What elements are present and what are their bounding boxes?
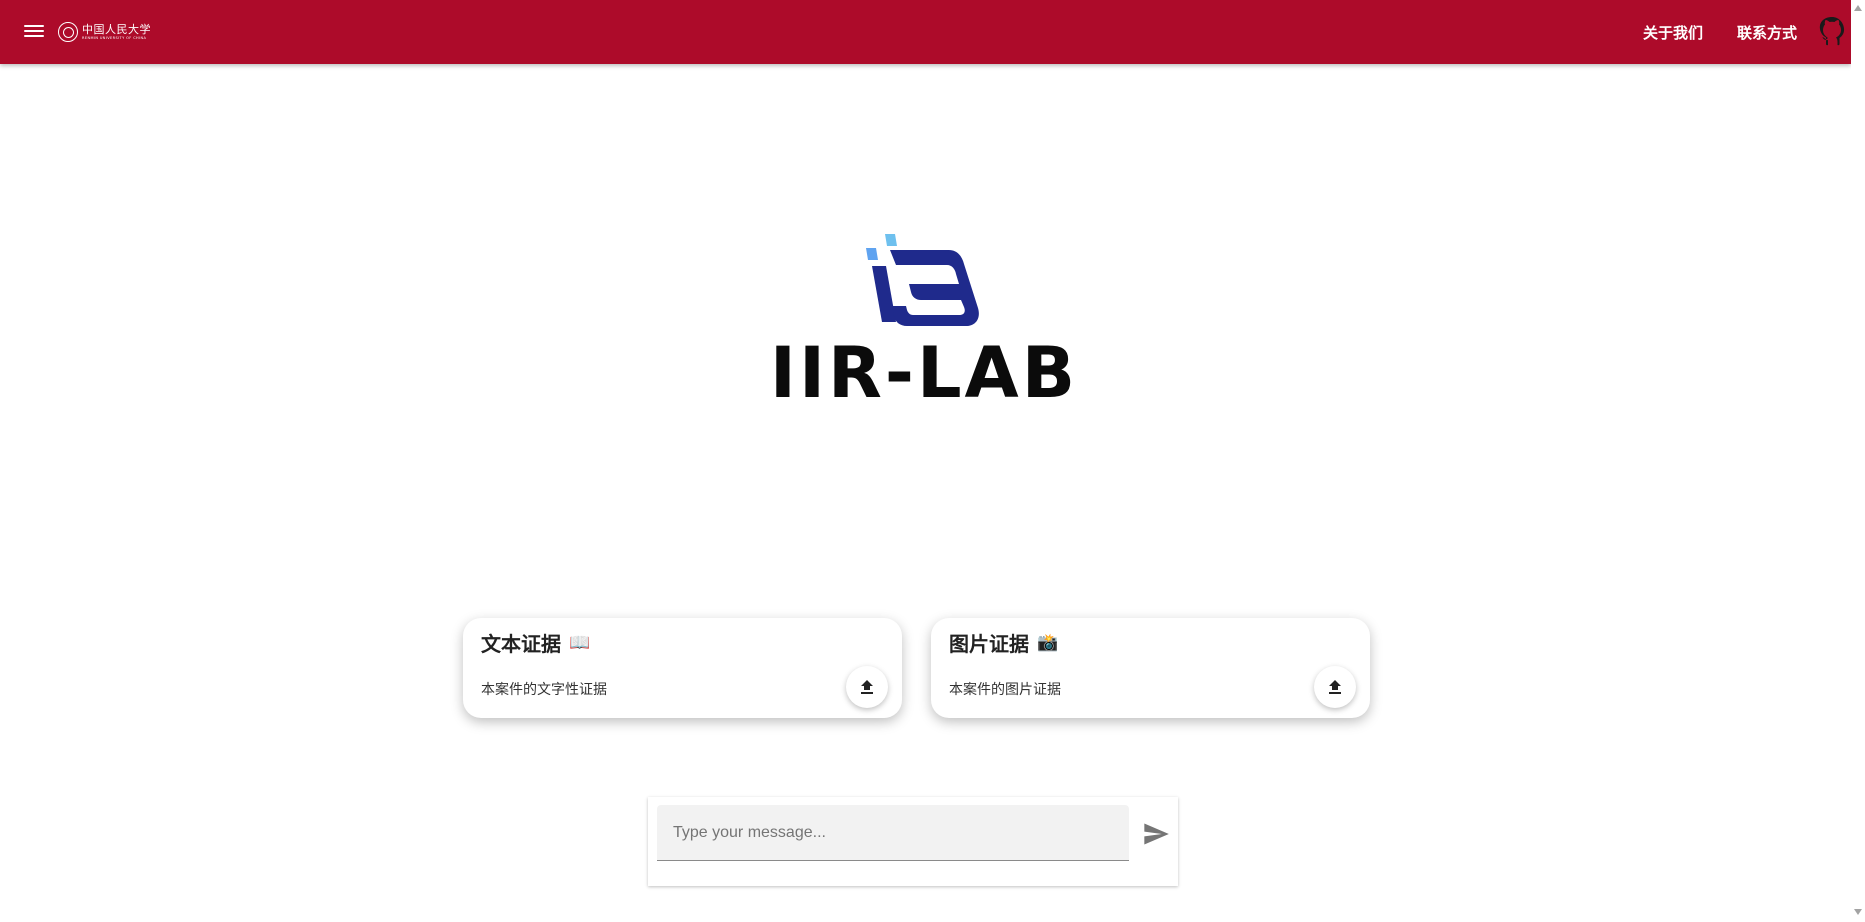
menu-icon[interactable]: [22, 21, 46, 43]
university-seal-icon: [58, 22, 78, 42]
text-evidence-card[interactable]: 文本证据 📖 本案件的文字性证据: [463, 618, 902, 718]
image-evidence-card[interactable]: 图片证据 📸 本案件的图片证据: [931, 618, 1370, 718]
brand-name-en: RENMIN UNIVERSITY OF CHINA: [82, 35, 147, 40]
nav-contact[interactable]: 联系方式: [1737, 22, 1797, 43]
card-title: 文本证据: [481, 632, 561, 656]
chat-composer: [648, 797, 1178, 886]
scroll-up-arrow-icon[interactable]: [1854, 5, 1862, 11]
university-logo[interactable]: 中国人民大学 RENMIN UNIVERSITY OF CHINA: [58, 20, 151, 44]
brand-name-cn: 中国人民大学: [82, 22, 151, 36]
lab-wordmark: IIR-LAB: [769, 332, 1079, 414]
app-bar: 中国人民大学 RENMIN UNIVERSITY OF CHINA 关于我们 联…: [0, 0, 1851, 64]
lab-emblem-icon: [866, 234, 979, 326]
send-icon[interactable]: [1142, 820, 1170, 848]
book-icon: 📖: [569, 632, 591, 653]
card-description: 本案件的图片证据: [949, 682, 1061, 698]
upload-icon: [1329, 680, 1341, 694]
upload-text-button[interactable]: [846, 666, 888, 708]
card-title: 图片证据: [949, 632, 1029, 656]
scrollbar[interactable]: [1851, 0, 1865, 922]
card-description: 本案件的文字性证据: [481, 682, 607, 698]
message-input[interactable]: [657, 805, 1129, 861]
scroll-down-arrow-icon[interactable]: [1854, 909, 1862, 915]
upload-icon: [861, 680, 873, 694]
github-icon[interactable]: [1817, 14, 1847, 48]
nav-about-us[interactable]: 关于我们: [1643, 22, 1703, 43]
iir-lab-logo: IIR-LAB: [764, 230, 1084, 410]
camera-icon: 📸: [1037, 632, 1059, 653]
upload-image-button[interactable]: [1314, 666, 1356, 708]
